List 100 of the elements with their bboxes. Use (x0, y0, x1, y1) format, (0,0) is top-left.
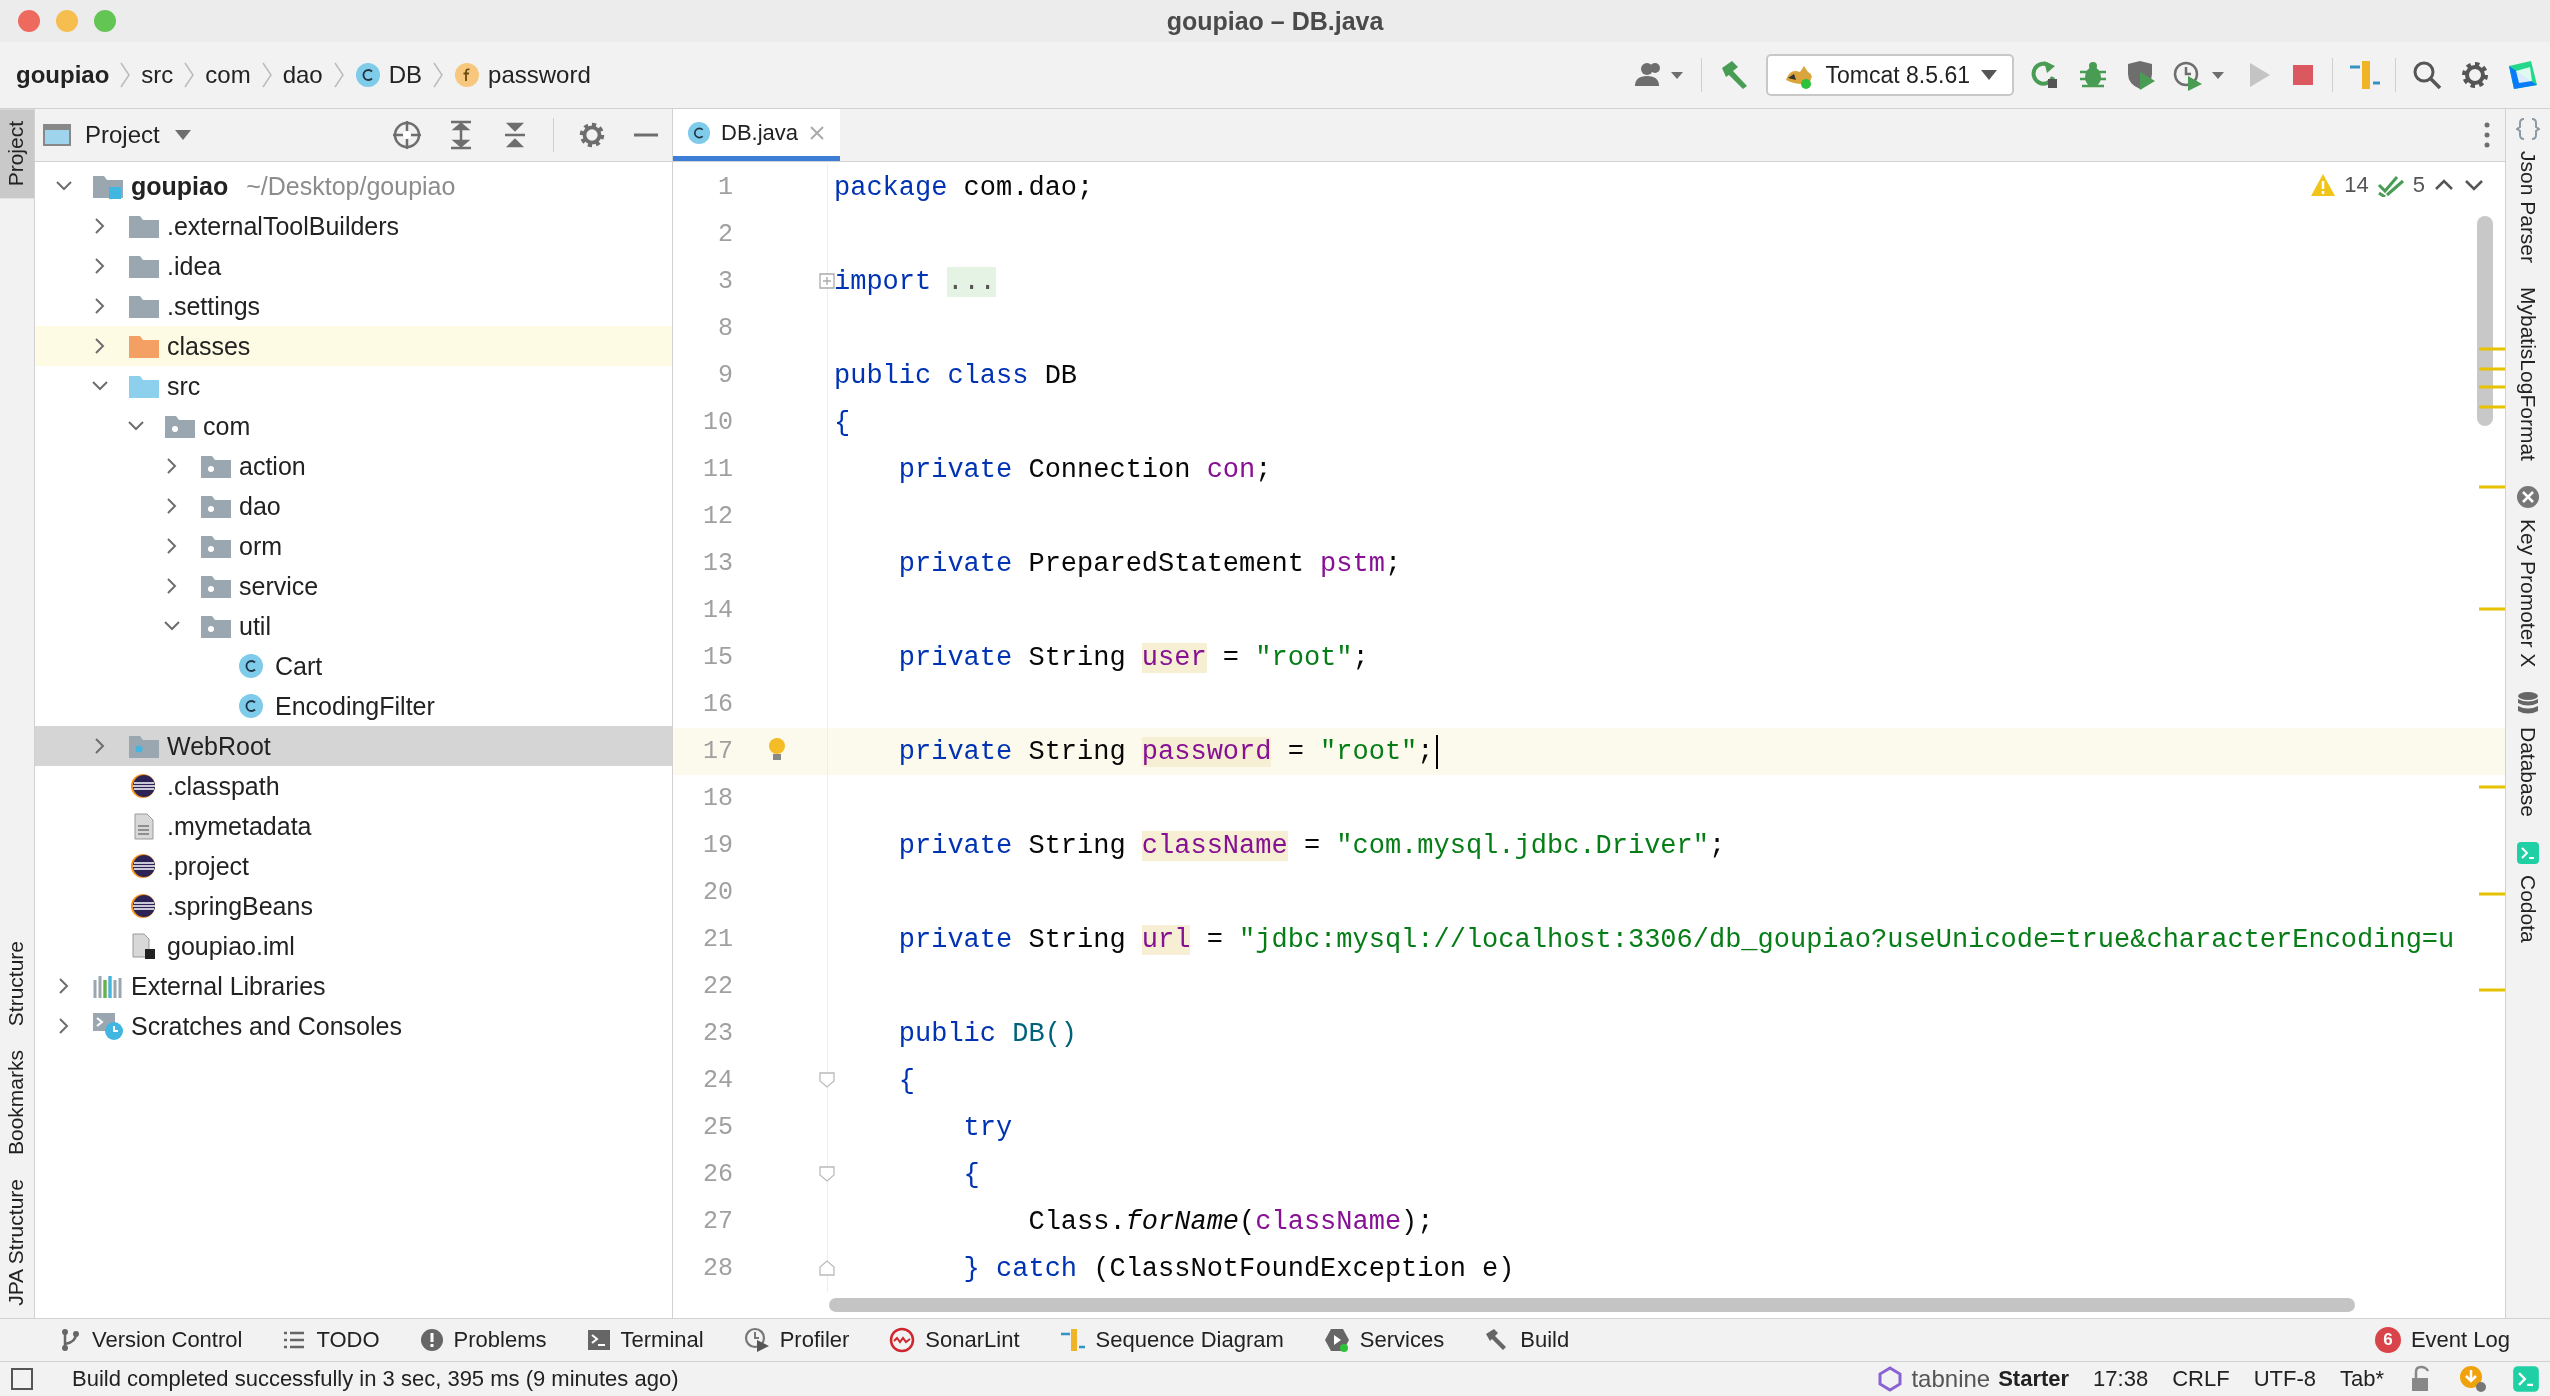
tool-window-tab[interactable]: Project (0, 109, 34, 199)
close-button[interactable] (18, 10, 40, 32)
tree-item[interactable]: goupiao.iml (35, 926, 672, 966)
class-icon (687, 120, 711, 145)
exclamation-icon (419, 1328, 444, 1352)
editor-tab[interactable]: DB.java (673, 109, 841, 161)
tool-window-tab[interactable]: Codota (2516, 841, 2540, 943)
window-icon (43, 123, 71, 147)
tree-item[interactable]: .project (35, 846, 672, 886)
tree-item[interactable]: Scratches and Consoles (35, 1006, 672, 1046)
field-icon (454, 62, 481, 88)
tool-window-tab[interactable]: Database (2516, 691, 2540, 818)
fold-marker-icon[interactable] (818, 1259, 836, 1277)
breadcrumb[interactable]: dao (282, 61, 323, 89)
tree-item[interactable]: .classpath (35, 766, 672, 806)
vertical-scrollbar[interactable] (2477, 216, 2493, 426)
chevron-icon (119, 60, 132, 90)
tool-window-button[interactable]: Terminal (586, 1327, 704, 1353)
tool-window-tab[interactable]: JPA Structure (0, 1167, 34, 1318)
line-number: 11 (702, 455, 733, 484)
tree-item[interactable]: .springBeans (35, 886, 672, 926)
status-item[interactable]: CRLF (2172, 1366, 2230, 1392)
tool-window-button[interactable]: Sequence Diagram (1059, 1327, 1284, 1353)
locate-icon[interactable] (391, 119, 423, 151)
line-number: 21 (702, 925, 733, 954)
tool-window-button[interactable]: Services (1323, 1327, 1445, 1353)
tree-item[interactable]: action (35, 446, 672, 486)
event-log-button[interactable]: 6 Event Log (2374, 1327, 2510, 1353)
line-number: 18 (702, 784, 733, 813)
code-line: private String password = "root"; (897, 736, 1434, 767)
tree-item[interactable]: classes (35, 326, 672, 366)
breadcrumb[interactable]: src (141, 61, 174, 89)
codota-icon[interactable] (2512, 1365, 2540, 1393)
status-item[interactable]: UTF-8 (2253, 1366, 2316, 1392)
line-number: 2 (717, 220, 733, 249)
tree-item[interactable]: EncodingFilter (35, 686, 672, 726)
tree-item[interactable]: .externalToolBuilders (35, 206, 672, 246)
tree-item[interactable]: .mymetadata (35, 806, 672, 846)
line-number: 12 (702, 502, 733, 531)
code-line: public class DB (834, 360, 1078, 391)
tree-item[interactable]: Cart (35, 646, 672, 686)
tool-window-button[interactable]: Problems (419, 1327, 547, 1353)
tool-window-tab[interactable]: Bookmarks (0, 1038, 34, 1168)
tree-item[interactable]: orm (35, 526, 672, 566)
tool-window-tab[interactable]: Structure (0, 928, 34, 1039)
codota-icon (2516, 841, 2540, 866)
check-count[interactable]: 5 (2412, 172, 2425, 198)
line-number: 23 (702, 1019, 733, 1048)
tree-item[interactable]: src (35, 366, 672, 406)
line-number: 24 (702, 1066, 733, 1095)
breadcrumb[interactable]: password (454, 61, 591, 89)
breadcrumb[interactable]: com (205, 61, 251, 89)
tool-window-button[interactable]: SonarLint (889, 1327, 1020, 1353)
tool-window-tab[interactable]: MybatisLogFormat (2516, 287, 2540, 461)
tool-window-tab[interactable]: Json Parser (2516, 117, 2540, 264)
tool-window-button[interactable]: TODO (282, 1327, 380, 1353)
panel-toggle-icon[interactable] (8, 1366, 34, 1392)
toolbox-logo-icon[interactable] (2506, 58, 2540, 92)
text-caret (1435, 734, 1438, 769)
tree-item[interactable]: util (35, 606, 672, 646)
fold-marker-icon[interactable] (818, 1071, 836, 1089)
tool-window-button[interactable]: Build (1484, 1327, 1570, 1353)
line-number: 9 (717, 361, 733, 390)
status-item[interactable]: 17:38 (2093, 1366, 2149, 1392)
fold-marker-icon[interactable] (818, 1165, 836, 1183)
run-configuration-dropdown[interactable]: Tomcat 8.5.61 (1765, 54, 2014, 96)
line-number: 8 (717, 314, 733, 343)
tool-window-button[interactable]: Profiler (743, 1327, 850, 1353)
download-icon[interactable] (2458, 1365, 2488, 1393)
tree-item[interactable]: goupiao ~/Desktop/goupiao (35, 166, 672, 206)
tree-item[interactable]: External Libraries (35, 966, 672, 1006)
status-item[interactable]: Tab* (2339, 1366, 2384, 1392)
tool-window-tab[interactable]: Key Promoter X (2516, 484, 2540, 668)
line-number: 15 (702, 643, 733, 672)
tabnine-status[interactable]: tabnine Starter (1877, 1365, 2070, 1393)
profiler-icon (743, 1327, 770, 1353)
warning-count[interactable]: 14 (2344, 172, 2369, 198)
tree-item[interactable]: WebRoot (35, 726, 672, 766)
double-check-icon (2376, 173, 2405, 197)
sequence-diagram-icon[interactable] (2347, 58, 2381, 92)
close-icon[interactable] (808, 123, 827, 142)
hexagon-icon (1877, 1366, 1904, 1392)
code-line: { (834, 407, 851, 438)
chevron-icon (260, 60, 273, 90)
tree-item[interactable]: .settings (35, 286, 672, 326)
breadcrumb[interactable]: goupiao (16, 61, 110, 89)
breadcrumb[interactable]: DB (354, 61, 423, 89)
tree-item[interactable]: service (35, 566, 672, 606)
tool-window-button[interactable]: Version Control (58, 1327, 243, 1353)
fold-marker-icon[interactable] (818, 272, 836, 290)
terminal-icon (586, 1328, 611, 1352)
project-view-dropdown[interactable]: Project (43, 121, 192, 149)
line-number: 13 (702, 549, 733, 578)
line-number: 17 (702, 737, 733, 766)
tree-item[interactable]: dao (35, 486, 672, 526)
line-number: 16 (702, 690, 733, 719)
tree-item[interactable]: com (35, 406, 672, 446)
status-message: Build completed successfully in 3 sec, 395 ms (9 minutes ago) (72, 1366, 679, 1392)
tree-item[interactable]: .idea (35, 246, 672, 286)
horizontal-scrollbar[interactable] (829, 1298, 2355, 1312)
